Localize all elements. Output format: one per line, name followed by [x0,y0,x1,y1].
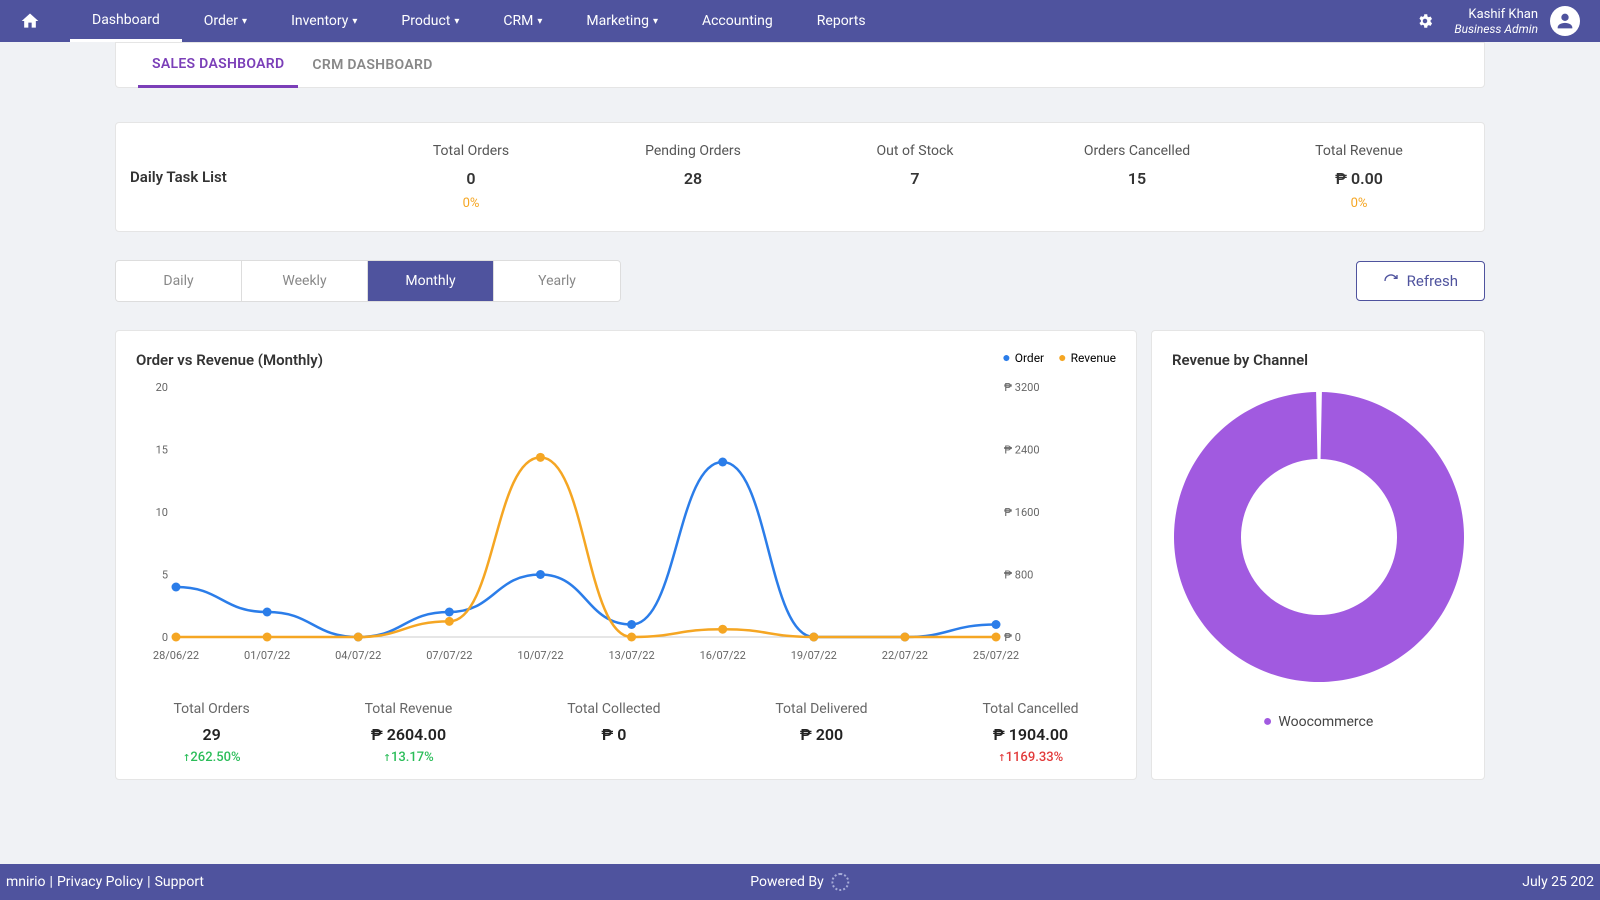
svg-text:10: 10 [156,506,168,519]
svg-text:25/07/22: 25/07/22 [973,649,1019,662]
nav-crm[interactable]: CRM▾ [481,0,564,42]
svg-text:07/07/22: 07/07/22 [426,649,472,662]
donut-title: Revenue by Channel [1172,351,1464,369]
task-stat: Orders Cancelled15 [1026,143,1248,211]
home-icon[interactable] [20,11,40,31]
user-name: Kashif Khan [1454,7,1538,22]
svg-text:28/06/22: 28/06/22 [153,649,199,662]
tab-crm-dashboard[interactable]: CRM DASHBOARD [298,42,446,88]
footer-date: July 25 202 [1522,874,1594,890]
task-stat: Total Revenue₱ 0.000% [1248,143,1470,211]
kpi: Total Collected₱ 0 [567,701,660,765]
svg-text:19/07/22: 19/07/22 [791,649,837,662]
footer-left[interactable]: mnirio|Privacy Policy|Support [6,874,204,890]
svg-text:16/07/22: 16/07/22 [700,649,746,662]
refresh-button[interactable]: Refresh [1356,261,1485,301]
nav-product[interactable]: Product▾ [379,0,481,42]
svg-text:04/07/22: 04/07/22 [335,649,381,662]
svg-text:15: 15 [156,444,168,457]
user-role: Business Admin [1454,22,1538,36]
period-daily[interactable]: Daily [116,261,242,301]
svg-text:22/07/22: 22/07/22 [882,649,928,662]
line-chart-title: Order vs Revenue (Monthly) [136,351,1116,369]
svg-text:10/07/22: 10/07/22 [517,649,563,662]
avatar[interactable] [1550,6,1580,36]
svg-text:20: 20 [156,381,168,394]
task-stat: Total Orders00% [360,143,582,211]
svg-text:01/07/22: 01/07/22 [244,649,290,662]
svg-text:₱ 0: ₱ 0 [1004,631,1021,644]
legend-order: Order [1002,349,1044,366]
nav-marketing[interactable]: Marketing▾ [564,0,680,42]
refresh-label: Refresh [1407,272,1458,290]
nav-dashboard[interactable]: Dashboard [70,0,182,42]
nav-reports[interactable]: Reports [795,0,888,42]
donut-legend: Woocommerce [1172,711,1464,731]
footer-powered: Powered By [750,874,823,890]
kpi: Total Revenue₱ 2604.00↑13.17% [365,701,453,765]
task-stat: Pending Orders28 [582,143,804,211]
spinner-icon [832,873,850,891]
period-weekly[interactable]: Weekly [242,261,368,301]
legend-revenue: Revenue [1058,349,1116,366]
nav-order[interactable]: Order▾ [182,0,269,42]
period-yearly[interactable]: Yearly [494,261,620,301]
donut-card: Revenue by Channel Woocommerce [1151,330,1485,780]
kpi: Total Cancelled₱ 1904.00↑1169.33% [982,701,1078,765]
kpi: Total Orders29↑262.50% [173,701,249,765]
daily-task-card: Daily Task List Total Orders00%Pending O… [115,122,1485,232]
svg-text:₱ 800: ₱ 800 [1004,569,1033,582]
task-stat: Out of Stock7 [804,143,1026,211]
svg-text:₱ 1600: ₱ 1600 [1004,506,1040,519]
kpi: Total Delivered₱ 200 [775,701,867,765]
svg-text:₱ 3200: ₱ 3200 [1004,381,1040,394]
gear-icon[interactable] [1416,12,1434,30]
svg-text:5: 5 [162,569,168,582]
nav-accounting[interactable]: Accounting [680,0,795,42]
tab-sales-dashboard[interactable]: SALES DASHBOARD [138,42,298,88]
nav-inventory[interactable]: Inventory▾ [269,0,379,42]
line-chart-card: Order vs Revenue (Monthly) Order Revenue… [115,330,1137,780]
daily-task-title: Daily Task List [130,168,360,186]
period-monthly[interactable]: Monthly [368,261,494,301]
svg-text:13/07/22: 13/07/22 [608,649,654,662]
svg-text:₱ 2400: ₱ 2400 [1004,444,1040,457]
svg-text:0: 0 [162,631,168,644]
